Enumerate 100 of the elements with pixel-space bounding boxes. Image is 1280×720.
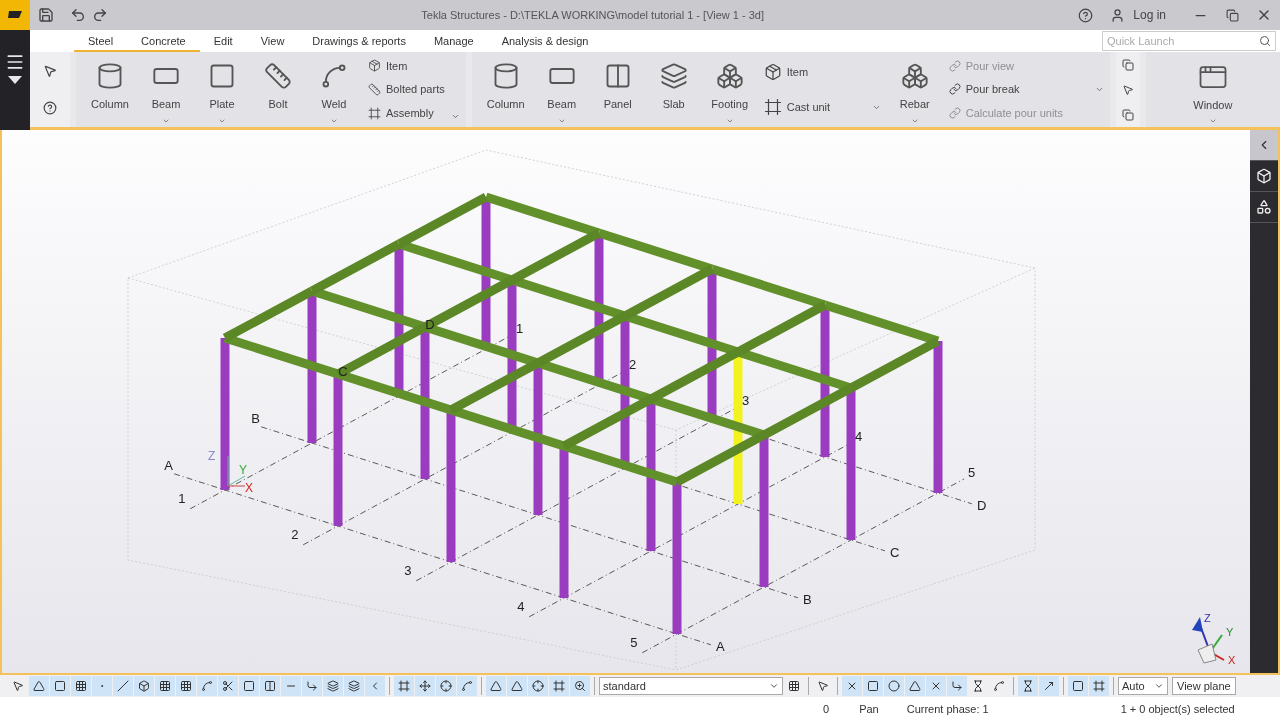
snap-icon[interactable]: [888, 680, 900, 692]
ribbon-tab[interactable]: Manage: [419, 35, 488, 52]
boxes-icon: [900, 62, 929, 90]
undo-icon[interactable]: [70, 7, 86, 23]
tool-icon[interactable]: [201, 680, 213, 692]
tool-icon[interactable]: [264, 680, 276, 692]
tool-icon[interactable]: [348, 680, 360, 692]
slab-icon: [659, 62, 688, 90]
link-icon: [948, 83, 961, 96]
tool-icon[interactable]: [138, 680, 150, 692]
snap-icon[interactable]: [951, 680, 963, 692]
restore-icon[interactable]: [1225, 8, 1239, 22]
tool-icon[interactable]: [180, 680, 192, 692]
caret-icon[interactable]: [1094, 85, 1104, 94]
cylinder-icon: [96, 62, 124, 90]
link-icon: [948, 107, 961, 120]
tool-icon[interactable]: [461, 680, 473, 692]
tool-icon[interactable]: [54, 680, 66, 692]
tool-icon[interactable]: [398, 680, 410, 692]
snap-icon[interactable]: [972, 680, 984, 692]
tool-icon[interactable]: [532, 680, 544, 692]
weld-icon: [320, 62, 348, 90]
snap-icon[interactable]: [867, 680, 879, 692]
ribbon-button[interactable]: Panel: [589, 52, 646, 127]
caret-icon: [162, 117, 170, 125]
tool-icon[interactable]: [243, 680, 255, 692]
cube-icon[interactable]: [1256, 168, 1272, 184]
tool-icon[interactable]: [306, 680, 318, 692]
grid-label: 5: [630, 634, 638, 650]
status-mode: Pan: [859, 702, 879, 715]
ribbon-button[interactable]: Beam: [533, 52, 590, 127]
tool-icon[interactable]: [511, 680, 523, 692]
tool-icon[interactable]: [159, 680, 171, 692]
snap-icon[interactable]: [993, 680, 1005, 692]
tool-icon[interactable]: [117, 680, 129, 692]
plate-icon: [208, 62, 236, 90]
ribbon-item[interactable]: Item: [763, 62, 881, 81]
snap-icon[interactable]: [846, 680, 858, 692]
ribbon-button[interactable]: Column: [82, 52, 138, 127]
ribbon-item[interactable]: Assembly: [368, 106, 445, 120]
tool-icon[interactable]: [33, 680, 45, 692]
ribbon-tab[interactable]: Analysis & design: [487, 35, 603, 52]
ribbon-item[interactable]: Pour break: [948, 83, 1089, 96]
query-icon[interactable]: [43, 101, 57, 116]
tool-icon[interactable]: [574, 680, 586, 692]
redo-icon[interactable]: [92, 7, 108, 23]
ribbon-button[interactable]: Footing: [701, 52, 758, 127]
ribbon-button[interactable]: Column: [477, 52, 534, 127]
ribbon-item[interactable]: Item: [368, 59, 445, 73]
snap-icon[interactable]: [1072, 680, 1084, 692]
ribbon-item[interactable]: Cast unit: [763, 98, 881, 117]
triangle-down-icon[interactable]: [8, 76, 22, 84]
menu-icon[interactable]: [5, 52, 25, 72]
grid-label: B: [802, 591, 812, 607]
ribbon-tab[interactable]: Edit: [199, 35, 247, 52]
view-plane-button[interactable]: View plane: [1172, 677, 1236, 695]
pointer-icon[interactable]: [1121, 83, 1134, 96]
copy-icon[interactable]: [1121, 108, 1134, 121]
tool-icon[interactable]: [490, 680, 502, 692]
snap-icon[interactable]: [1022, 680, 1034, 692]
tool-icon[interactable]: [222, 680, 234, 692]
ribbon-item[interactable]: Bolted parts: [368, 83, 445, 96]
frame-icon: [368, 106, 381, 120]
shapes-icon[interactable]: [1256, 199, 1272, 215]
grid-label: A: [164, 457, 173, 473]
grid-label: C: [338, 363, 348, 379]
pointer-icon[interactable]: [817, 680, 829, 692]
filter-icon[interactable]: [788, 680, 800, 692]
caret-icon: [1208, 117, 1217, 125]
copy-icon[interactable]: [1121, 58, 1134, 71]
ribbon-tab[interactable]: Drawings & reports: [298, 35, 420, 52]
ribbon-button[interactable]: Bolt: [250, 52, 306, 127]
pointer-icon[interactable]: [43, 63, 57, 78]
caret-icon: [1154, 681, 1164, 691]
snap-select[interactable]: Auto: [1118, 677, 1168, 695]
tool-icon[interactable]: [553, 680, 565, 692]
tool-icon[interactable]: [327, 680, 339, 692]
axis-label: Y: [1226, 626, 1234, 638]
filter-select[interactable]: standard: [599, 677, 783, 695]
tool-icon[interactable]: [75, 680, 87, 692]
login-link[interactable]: Log in: [1133, 8, 1166, 22]
caret-icon[interactable]: [450, 112, 460, 121]
ribbon-button[interactable]: Beam: [138, 52, 194, 127]
ribbon-button[interactable]: Weld: [306, 52, 362, 127]
tool-icon[interactable]: [12, 680, 24, 692]
help-icon[interactable]: [1077, 7, 1093, 23]
app-logo[interactable]: [0, 0, 30, 30]
snap-icon[interactable]: [930, 680, 942, 692]
ribbon-button[interactable]: Rebar: [886, 52, 943, 127]
grid-label: 5: [968, 464, 976, 480]
ribbon-button[interactable]: Slab: [645, 52, 702, 127]
ribbon-tab[interactable]: View: [246, 35, 299, 52]
snap-icon[interactable]: [1043, 680, 1055, 692]
snap-icon[interactable]: [909, 680, 921, 692]
snap-icon[interactable]: [1093, 680, 1105, 692]
ribbon-button[interactable]: Plate: [194, 52, 250, 127]
tool-icon[interactable]: [419, 680, 431, 692]
search-icon: [1259, 35, 1271, 47]
save-icon[interactable]: [38, 7, 54, 23]
tool-icon[interactable]: [440, 680, 452, 692]
